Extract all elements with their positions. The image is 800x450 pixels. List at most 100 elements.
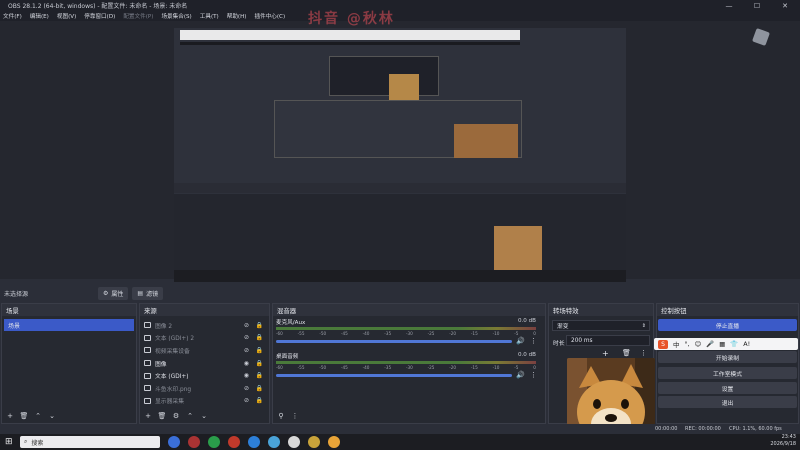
chevron-up-icon[interactable]: ⌃	[33, 411, 43, 421]
visibility-icon[interactable]: ⊘	[244, 322, 249, 329]
source-item[interactable]: 视频采集设备 ⊘ 🔒	[140, 344, 269, 357]
lock-icon[interactable]: 🔒	[256, 397, 263, 404]
speaker-icon[interactable]: 🔊	[516, 337, 525, 345]
studio-mode-button[interactable]: 工作室模式	[658, 367, 797, 379]
ime-item[interactable]: °,	[684, 340, 689, 348]
taskbar-search[interactable]: ⌕ 搜索	[20, 436, 160, 448]
add-icon[interactable]: +	[602, 349, 609, 358]
source-item[interactable]: 斗鱼水印.png ⊘ 🔒	[140, 382, 269, 395]
add-icon[interactable]: +	[5, 411, 15, 421]
nested-doge	[389, 74, 419, 102]
menu-item[interactable]: 编辑(E)	[30, 12, 49, 20]
ime-item[interactable]: ▦	[719, 340, 725, 348]
visibility-icon[interactable]: ⊘	[244, 334, 249, 341]
source-item[interactable]: 文本 (GDI+) 2 ⊘ 🔒	[140, 332, 269, 345]
scene-item[interactable]: 场景	[4, 319, 134, 331]
chevron-down-icon[interactable]: ⌄	[199, 411, 209, 421]
menu-item[interactable]: 停靠窗口(D)	[84, 12, 115, 20]
scale-tick: -50	[319, 365, 327, 370]
source-name: 图像 2	[155, 323, 173, 330]
ime-item[interactable]: 🎤	[706, 340, 714, 348]
lock-icon[interactable]: 🔒	[256, 334, 263, 341]
source-item[interactable]: 文本 (GDI+) ◉ 🔒	[140, 369, 269, 382]
menu-item[interactable]: 文件(F)	[3, 12, 22, 20]
ime-item[interactable]: 中	[673, 340, 679, 349]
preview-canvas[interactable]	[174, 28, 626, 282]
menu-item[interactable]: 工具(T)	[200, 12, 219, 20]
close-button[interactable]: ✕	[772, 0, 798, 11]
visibility-icon[interactable]: ◉	[244, 360, 249, 367]
maximize-button[interactable]: ☐	[744, 0, 770, 11]
source-item[interactable]: 图像 2 ⊘ 🔒	[140, 319, 269, 332]
source-type-icon	[144, 360, 151, 367]
chevron-down-icon[interactable]: ⌄	[47, 411, 57, 421]
source-name: 文本 (GDI+) 2	[155, 336, 195, 343]
ime-toolbar[interactable]: S 中 °, ☺ 🎤 ▦ 👕 A!	[654, 338, 798, 350]
visibility-icon[interactable]: ⊘	[244, 347, 249, 354]
more-icon[interactable]: ⋮	[530, 371, 537, 379]
cpu-fps: CPU: 1.1%, 60.00 fps	[729, 426, 782, 432]
window-title: OBS 28.1.2 (64-bit, windows) - 配置文件: 未命名…	[8, 3, 188, 10]
trash-icon[interactable]: 🗑	[19, 411, 29, 421]
gear-icon[interactable]: ⚙	[171, 411, 181, 421]
nested-preview	[174, 28, 626, 272]
exit-button[interactable]: 退出	[658, 396, 797, 408]
lock-icon[interactable]: 🔒	[256, 347, 263, 354]
link-icon[interactable]: ⚲	[276, 411, 286, 421]
app-vscode-icon[interactable]	[248, 436, 260, 448]
trash-icon[interactable]: 🗑	[622, 349, 631, 357]
settings-button[interactable]: 设置	[658, 382, 797, 394]
more-icon[interactable]: ⋮	[530, 337, 537, 345]
visibility-icon[interactable]: ◉	[244, 372, 249, 379]
menu-item[interactable]: 视图(V)	[57, 12, 76, 20]
lock-icon[interactable]: 🔒	[256, 385, 263, 392]
source-item[interactable]: 显示器采集 ⊘ 🔒	[140, 395, 269, 408]
properties-button[interactable]: ⚙ 属性	[98, 286, 129, 300]
transition-select[interactable]: 渐变 ⇕	[552, 320, 650, 331]
scale-tick: -35	[384, 331, 392, 336]
ime-item[interactable]: ☺	[695, 340, 702, 348]
visibility-icon[interactable]: ⊘	[244, 385, 249, 392]
ime-item[interactable]: 👕	[730, 340, 738, 348]
menu-item[interactable]: 帮助(H)	[227, 12, 247, 20]
lock-icon[interactable]: 🔒	[256, 372, 263, 379]
spin-icon: ⇕	[641, 322, 646, 329]
volume-slider[interactable]	[276, 340, 512, 343]
app-l-icon[interactable]	[308, 436, 320, 448]
scenes-title: 场景	[2, 304, 136, 316]
trash-icon[interactable]: 🗑	[157, 411, 167, 421]
filter-icon: ▤	[137, 289, 144, 297]
visibility-icon[interactable]: ⊘	[244, 397, 249, 404]
more-icon[interactable]: ⋮	[640, 349, 647, 357]
add-icon[interactable]: +	[143, 411, 153, 421]
app-g-icon[interactable]	[188, 436, 200, 448]
filters-button[interactable]: ▤ 滤镜	[132, 286, 164, 300]
ime-item[interactable]: A!	[743, 340, 750, 348]
windows-start-icon[interactable]: ⊞	[5, 437, 13, 447]
duration-field[interactable]: 200 ms	[566, 335, 650, 346]
lock-icon[interactable]: 🔒	[256, 322, 263, 329]
chevron-up-icon[interactable]: ⌃	[185, 411, 195, 421]
menu-item[interactable]: 插件中心(C)	[255, 12, 286, 20]
lock-icon[interactable]: 🔒	[256, 360, 263, 367]
start-recording-button[interactable]: 开始录制	[658, 351, 797, 363]
more-icon[interactable]: ⋮	[290, 411, 300, 421]
nested-doge	[494, 226, 542, 270]
app-k-icon[interactable]	[168, 436, 180, 448]
scale-tick: -30	[405, 365, 413, 370]
volume-slider[interactable]	[276, 374, 512, 377]
app-edge-icon[interactable]	[268, 436, 280, 448]
mixer-channel: 桌面音频 0.0 dB -60 -55 -50 -45 -40 -35 -30 -25 -20 -15…	[276, 352, 542, 384]
app-qq-icon[interactable]	[328, 436, 340, 448]
stop-stream-button[interactable]: 停止直播	[658, 319, 797, 331]
source-item[interactable]: 图像 ◉ 🔒	[140, 357, 269, 370]
scale-tick: -25	[427, 365, 435, 370]
app-plane-icon[interactable]	[288, 436, 300, 448]
speaker-icon[interactable]: 🔊	[516, 371, 525, 379]
scale-tick: -10	[492, 331, 500, 336]
menu-item[interactable]: 场景集合(S)	[161, 12, 191, 20]
minimize-button[interactable]: —	[716, 0, 742, 11]
app-wechat-icon[interactable]	[208, 436, 220, 448]
app-obs-icon[interactable]	[228, 436, 240, 448]
menu-item[interactable]: 配置文件(P)	[123, 12, 153, 20]
